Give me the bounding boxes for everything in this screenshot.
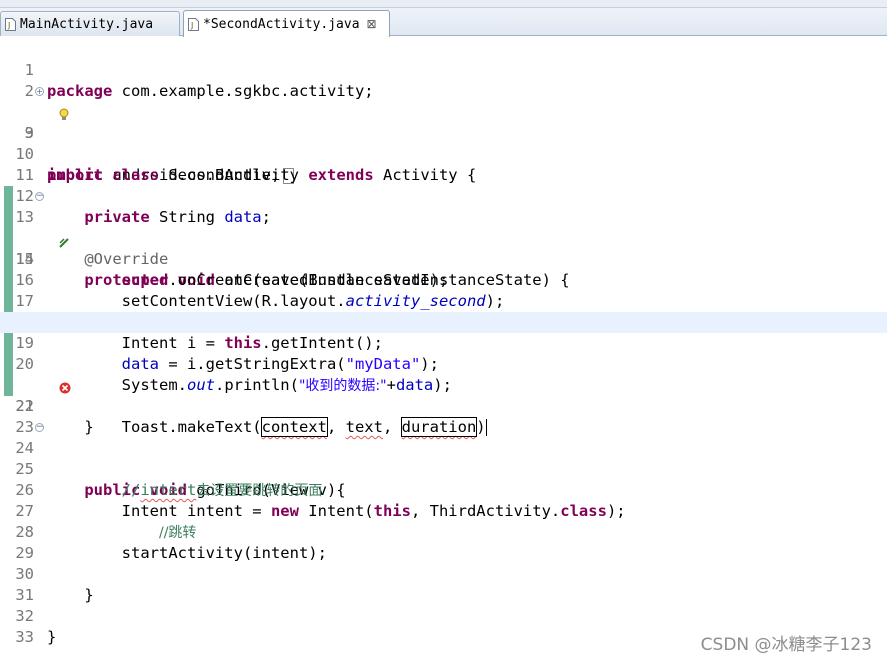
code-line: 33 — [0, 606, 887, 646]
code-line: 27 //跳转 — [15, 502, 197, 541]
tab-second-activity[interactable]: J *SecondActivity.java ⊠ — [183, 10, 390, 37]
code-line: 16 setContentView(R.layout.activity_seco… — [15, 271, 505, 310]
code-line: 9 — [0, 102, 887, 142]
code-line: 17 — [0, 270, 887, 310]
code-line: 2 — [0, 60, 887, 100]
current-code-line: 19 data = i.getStringExtra("myData"); — [0, 312, 887, 373]
code-line: 25 //intert去设置要跳转的页面 — [15, 460, 323, 499]
tab-label: MainActivity.java — [20, 16, 154, 32]
line-number: 33 — [15, 628, 34, 646]
code-line: 21 Toast.makeText(context, text, duratio… — [0, 354, 887, 437]
java-file-icon: J — [188, 17, 199, 31]
csdn-watermark: CSDN @冰糖李子123 — [700, 635, 872, 655]
code-line: 14 protected void onCreate(Bundle savedI… — [0, 207, 887, 289]
code-line: 18 Intent i = this.getIntent(); — [0, 291, 887, 352]
code-line: 29 — [0, 522, 887, 562]
code-line: 11 — [0, 144, 887, 184]
code-editor[interactable]: 1 package com.example.sgkbc.activity; 2 … — [0, 37, 887, 663]
java-file-icon: J — [5, 17, 16, 31]
tab-label: *SecondActivity.java — [203, 16, 360, 32]
collapse-icon[interactable]: − — [35, 192, 44, 201]
code-line: 3 + import android.os.Bundle; — [0, 81, 887, 184]
code-line: 26 Intent intent = new Intent(this, Thir… — [15, 481, 626, 520]
close-icon[interactable]: ⊠ — [367, 17, 377, 31]
code-line: 23 — [0, 396, 887, 436]
collapse-icon[interactable]: − — [35, 423, 44, 432]
code-line: 28 startActivity(intent); — [15, 523, 327, 562]
code-line: 10 public class SecondActivity extends A… — [15, 145, 477, 184]
code-line: 12 private String data; — [15, 187, 271, 226]
code-line: 22 } — [15, 397, 94, 436]
code-line: 13 − @Override — [15, 191, 169, 269]
editor-tab-bar: J MainActivity.java J *SecondActivity.ja… — [0, 0, 887, 37]
code-line: 20 System.out.println("收到的数据:"+data); — [15, 355, 452, 394]
code-line: 32 } — [15, 607, 57, 646]
expand-icon[interactable]: + — [35, 87, 44, 96]
code-line: 15 super.onCreate(savedInstanceState); — [15, 250, 449, 289]
code-line: 1 package com.example.sgkbc.activity; — [0, 39, 887, 100]
tab-bar-top-strip — [0, 0, 887, 8]
code-line: 24 − public void goThird(View v){ — [15, 422, 346, 500]
svg-text:J: J — [190, 21, 193, 30]
code-line: 30 } — [15, 565, 94, 604]
svg-text:J: J — [7, 21, 10, 30]
tab-main-activity[interactable]: J MainActivity.java — [0, 11, 180, 36]
code-line: 31 — [0, 564, 887, 604]
